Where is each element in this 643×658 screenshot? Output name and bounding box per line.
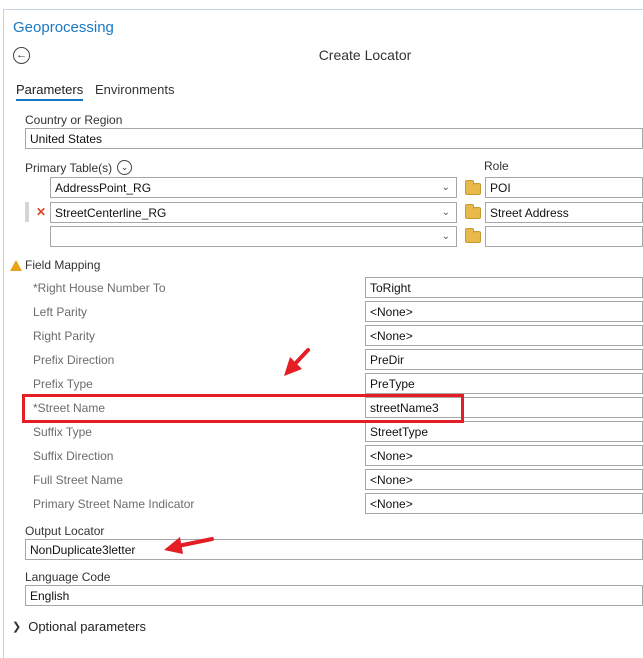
annotation-arrow-icon	[284, 348, 310, 376]
annotation-arrows	[164, 348, 310, 554]
annotation-arrow-icon	[164, 537, 214, 554]
